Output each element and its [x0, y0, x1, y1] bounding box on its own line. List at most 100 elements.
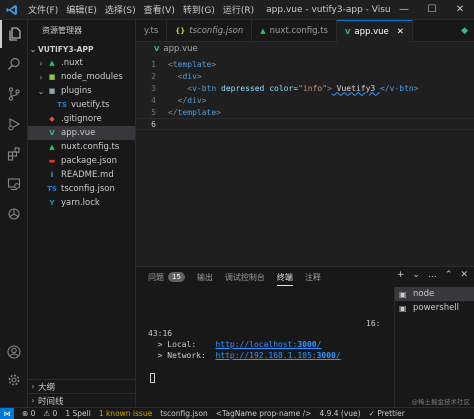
- status-bar: ⋈ ⊗ 0 ⚠ 0 1 Spell 1 known issue tsconfig…: [0, 407, 474, 419]
- more-actions-icon[interactable]: …: [428, 270, 437, 280]
- terminal-item-powershell[interactable]: ▣ powershell: [395, 301, 474, 315]
- workspace-root-label: VUTIFY3-APP: [38, 44, 94, 54]
- folder-open-icon: ■: [48, 87, 56, 95]
- editor-tabs: y.ts {} tsconfig.json ▲ nuxt.config.ts V…: [136, 20, 474, 42]
- terminal-time: 43:16: [148, 329, 173, 338]
- terminal-cursor: [150, 373, 155, 383]
- menu-go[interactable]: 转到(G): [179, 3, 219, 16]
- vue-action-icon[interactable]: ◆: [461, 26, 468, 36]
- tree-item-label: app.vue: [61, 128, 96, 138]
- chevron-down-icon: ⌄: [29, 44, 37, 54]
- tab-app-vue[interactable]: V app.vue ✕: [336, 20, 413, 42]
- remote-explorer-icon[interactable]: [0, 170, 28, 198]
- tree-item-gitignore[interactable]: ◆ .gitignore: [28, 112, 135, 126]
- code-line: 3 <v-btn depressed color="info"> Vuetify…: [136, 82, 474, 94]
- menu-selection[interactable]: 选择(S): [101, 3, 140, 16]
- chevron-down-icon: ⌄: [37, 86, 45, 96]
- errors-count[interactable]: ⊗ 0: [22, 409, 35, 418]
- menu-run[interactable]: 运行(R): [219, 3, 258, 16]
- tree-item-yarn-lock[interactable]: Y yarn.lock: [28, 196, 135, 210]
- div-tag: div: [182, 71, 197, 81]
- tsconfig-status[interactable]: tsconfig.json: [160, 409, 208, 418]
- terminal-output[interactable]: 43:16 16: > Local: http://localhost:3000…: [148, 287, 386, 407]
- tree-item-label: yarn.lock: [61, 198, 100, 208]
- source-control-icon[interactable]: [0, 80, 28, 108]
- tab-problems[interactable]: 问题 15: [148, 272, 185, 283]
- known-issue-status[interactable]: 1 known issue: [99, 409, 152, 418]
- network-url-link[interactable]: http://192.168.1.105:3000/: [215, 351, 340, 360]
- extensions-icon[interactable]: [0, 140, 28, 168]
- run-debug-icon[interactable]: [0, 110, 28, 138]
- problems-count-badge: 15: [168, 272, 185, 282]
- tab-actions: ◆: [461, 20, 474, 41]
- vue-file-icon: V: [49, 129, 55, 137]
- tab-label: nuxt.config.ts: [269, 26, 328, 36]
- minimize-button[interactable]: —: [390, 0, 418, 20]
- tree-item-node-modules[interactable]: › ■ node_modules: [28, 70, 135, 84]
- settings-gear-icon[interactable]: [0, 366, 28, 394]
- vue-icon: V: [344, 27, 351, 36]
- terminal-icon: ▣: [399, 289, 407, 299]
- tab-nuxt-config[interactable]: ▲ nuxt.config.ts: [252, 20, 337, 42]
- watermark: @稀土掘金技术社区: [411, 398, 471, 406]
- tagname-status[interactable]: <TagName prop-name />: [216, 409, 312, 418]
- menu-view[interactable]: 查看(V): [140, 3, 179, 16]
- prettier-status[interactable]: ✓ Prettier: [369, 409, 405, 418]
- tab-terminal[interactable]: 终端: [276, 272, 293, 286]
- tree-item-nuxt[interactable]: › ▲ .nuxt: [28, 56, 135, 70]
- version-status[interactable]: 4.9.4 (vue): [319, 409, 360, 418]
- search-icon[interactable]: [0, 50, 28, 78]
- tab-output[interactable]: 输出: [197, 272, 213, 283]
- tab-comments[interactable]: 注释: [305, 272, 321, 283]
- tree-item-nuxt-config[interactable]: ▲ nuxt.config.ts: [28, 140, 135, 154]
- markdown-file-icon: i: [50, 171, 54, 179]
- tree-item-readme[interactable]: i README.md: [28, 168, 135, 182]
- timeline-section[interactable]: › 时间线: [28, 393, 135, 407]
- new-terminal-icon[interactable]: +: [397, 270, 405, 280]
- tsconfig-file-icon: TS: [47, 185, 57, 193]
- maximize-button[interactable]: ☐: [418, 0, 446, 20]
- tab-vuetify-ts[interactable]: y.ts: [136, 20, 168, 42]
- tree-item-tsconfig[interactable]: TS tsconfig.json: [28, 182, 135, 196]
- tree-item-label: nuxt.config.ts: [61, 142, 120, 152]
- tree-item-label: .nuxt: [61, 58, 83, 68]
- close-tab-icon[interactable]: ✕: [397, 27, 404, 37]
- vue-icon: V: [154, 45, 160, 53]
- window-title: app.vue - vutify3-app - Visu...: [266, 4, 390, 15]
- code-line: 2 <div>: [136, 70, 474, 82]
- terminal-item-node[interactable]: ▣ node: [395, 287, 474, 301]
- tree-item-label: plugins: [61, 86, 92, 96]
- code-editor[interactable]: 1 <template> 2 <div> 3 <v-btn depressed …: [136, 56, 474, 266]
- spell-status[interactable]: 1 Spell: [65, 409, 90, 418]
- maximize-panel-icon[interactable]: ⌃: [445, 270, 453, 280]
- nuxt-folder-icon: ▲: [49, 59, 55, 67]
- line-number: 2: [151, 71, 156, 81]
- local-url-link[interactable]: http://localhost:3000/: [215, 340, 321, 349]
- menu-edit[interactable]: 编辑(E): [62, 3, 101, 16]
- menu-file[interactable]: 文件(F): [24, 3, 62, 16]
- account-icon[interactable]: [0, 338, 28, 366]
- tab-debug-console[interactable]: 调试控制台: [225, 272, 265, 283]
- breadcrumb-item[interactable]: app.vue: [163, 44, 197, 54]
- tree-item-label: package.json: [61, 156, 117, 166]
- warnings-count[interactable]: ⚠ 0: [43, 409, 57, 418]
- explorer-sidebar: 资源管理器 ⌄ VUTIFY3-APP › ▲ .nuxt › ■ node_m…: [28, 20, 136, 407]
- tab-label: tsconfig.json: [189, 26, 244, 36]
- chatgpt-icon[interactable]: [0, 200, 28, 228]
- close-button[interactable]: ✕: [446, 0, 474, 20]
- nuxt-icon: ▲: [260, 27, 266, 35]
- tab-tsconfig[interactable]: {} tsconfig.json: [167, 20, 253, 42]
- remote-indicator-icon[interactable]: ⋈: [0, 407, 14, 419]
- tree-item-app-vue[interactable]: V app.vue: [28, 126, 135, 140]
- tree-item-plugins[interactable]: ⌄ ■ plugins: [28, 84, 135, 98]
- tree-item-vuetify-ts[interactable]: TS vuetify.ts: [28, 98, 135, 112]
- line-number: 3: [151, 83, 156, 93]
- typescript-file-icon: TS: [57, 101, 67, 109]
- explorer-icon[interactable]: [0, 20, 28, 48]
- current-code-line: 6: [136, 118, 474, 130]
- chevron-down-icon[interactable]: ⌄: [412, 270, 420, 280]
- workspace-root[interactable]: ⌄ VUTIFY3-APP: [28, 42, 135, 56]
- tree-item-package-json[interactable]: ▬ package.json: [28, 154, 135, 168]
- outline-section[interactable]: › 大纲: [28, 379, 135, 393]
- close-panel-icon[interactable]: ✕: [460, 270, 468, 280]
